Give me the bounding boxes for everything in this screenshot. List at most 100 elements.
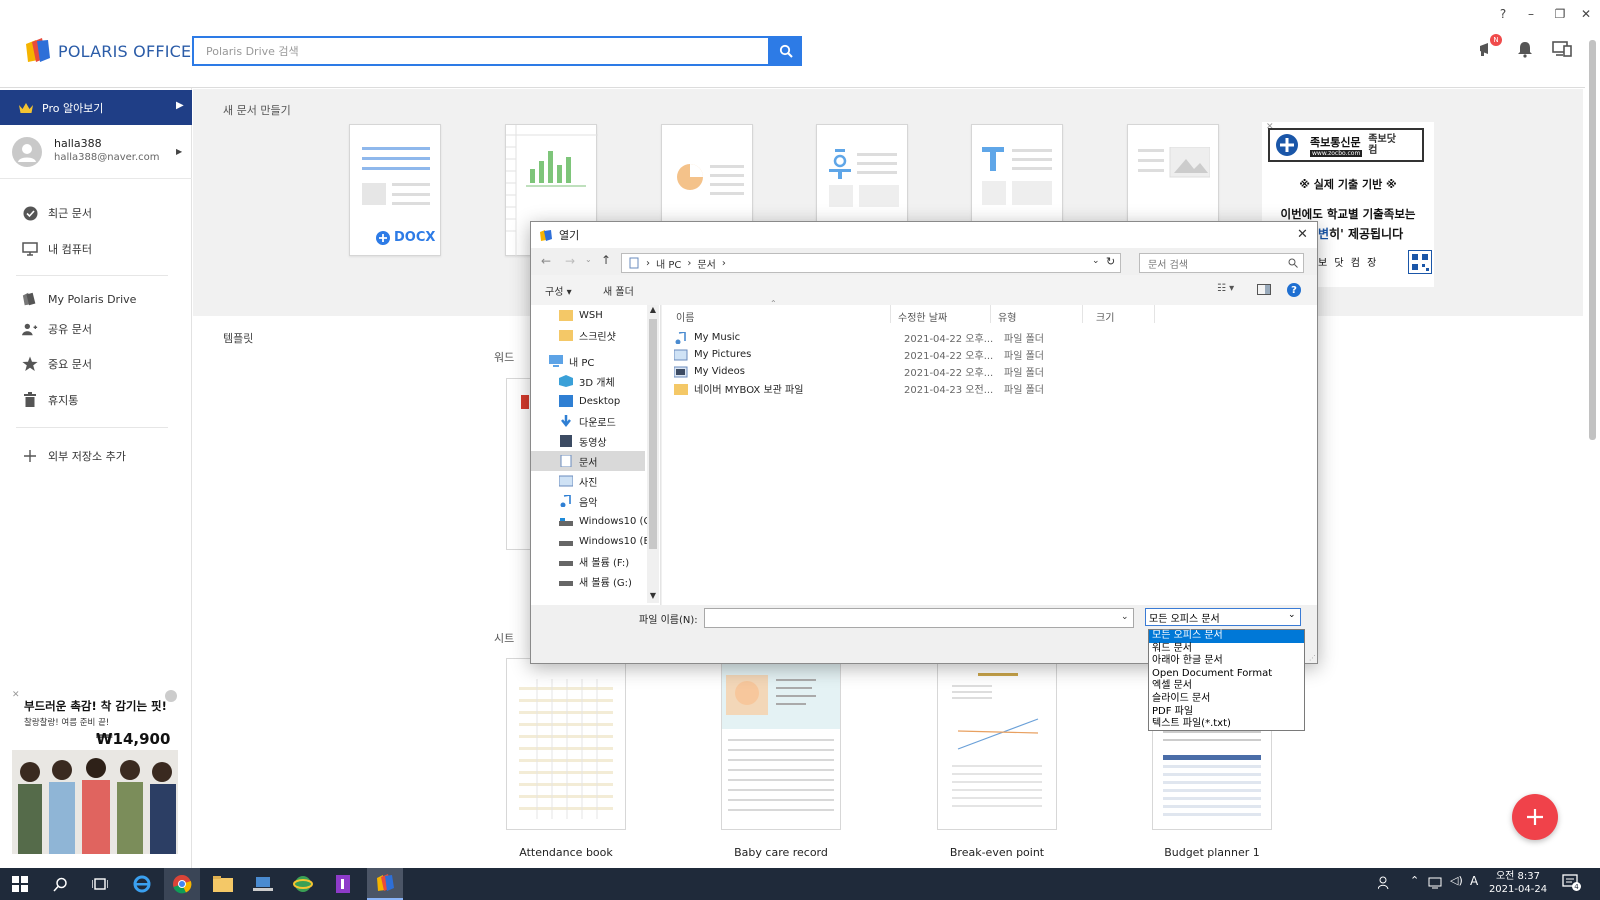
filename-input[interactable]: ⌄ [704, 608, 1134, 628]
file-row[interactable]: My Videos 2021-04-22 오후... 파일 폴더 [674, 363, 1294, 380]
user-icon [18, 144, 36, 162]
ad-banner-left[interactable]: ✕ 부드러운 촉감! 착 감기는 핏! 찰랑찰랑! 여름 준비 끝! ₩14,9… [8, 690, 180, 858]
taskbar-file-explorer[interactable] [205, 868, 241, 900]
template-card-baby-care[interactable] [721, 658, 841, 830]
network-icon[interactable] [1428, 876, 1444, 890]
filetype-option[interactable]: 아래아 한글 문서 [1149, 655, 1304, 668]
filetype-option[interactable]: PDF 파일 [1149, 706, 1304, 719]
filetype-option[interactable]: 엑셀 문서 [1149, 680, 1304, 693]
taskbar-chrome[interactable] [164, 868, 200, 900]
show-hidden-icons-icon[interactable]: ⌃ [1410, 874, 1419, 887]
page-scrollbar[interactable] [1585, 32, 1600, 868]
pc-icon [549, 355, 563, 367]
user-profile[interactable]: halla388 halla388@naver.com ▶ [0, 125, 192, 179]
resize-grip-icon[interactable]: ⋰ [1309, 654, 1316, 662]
file-row[interactable]: My Pictures 2021-04-22 오후... 파일 폴더 [674, 346, 1294, 363]
taskbar-app-stack[interactable] [245, 868, 281, 900]
filetype-option[interactable]: 텍스트 파일(*.txt) [1149, 718, 1304, 731]
nav-item-label: Windows10 (C:) [579, 515, 658, 527]
filename-dropdown-icon[interactable]: ⌄ [1121, 612, 1129, 622]
scrollbar-thumb[interactable] [1589, 40, 1596, 440]
scroll-up-icon[interactable]: ▲ [647, 305, 659, 314]
filetype-option-selected[interactable]: 모든 오피스 문서 [1149, 630, 1304, 643]
address-dropdown-icon[interactable]: ⌄ [1092, 256, 1100, 266]
drive-search-input[interactable]: Polaris Drive 검색 [192, 36, 770, 66]
polaris-logo[interactable]: POLARIS OFFICE [24, 36, 191, 66]
view-options-icon[interactable]: ☷ ▾ [1217, 283, 1234, 294]
filetype-option[interactable]: Open Document Format [1149, 668, 1304, 681]
address-bar[interactable]: › 내 PC › 문서 › ⌄ ↻ [621, 253, 1121, 273]
help-icon[interactable]: ? [1287, 283, 1301, 297]
task-view-button[interactable] [82, 868, 118, 900]
announcement-button[interactable]: N [1478, 34, 1502, 58]
pro-upgrade-button[interactable]: Pro 알아보기 ▶ [0, 90, 192, 125]
new-folder-button[interactable]: 새 폴더 [603, 283, 634, 298]
file-row[interactable]: My Music 2021-04-22 오후... 파일 폴더 [674, 329, 1294, 346]
minimize-button[interactable]: – [1521, 6, 1541, 22]
devices-icon [1552, 41, 1572, 57]
new-docx-card[interactable]: DOCX [349, 124, 441, 256]
taskbar-polaris[interactable] [367, 868, 403, 900]
forward-arrow-icon[interactable]: → [565, 254, 575, 268]
template-card-break-even[interactable] [937, 658, 1057, 830]
drive-icon [559, 561, 573, 566]
dialog-close-button[interactable]: ✕ [1297, 227, 1308, 242]
start-button[interactable] [2, 868, 38, 900]
ime-indicator[interactable]: A [1470, 874, 1478, 888]
filetype-option[interactable]: 워드 문서 [1149, 643, 1304, 656]
action-center-button[interactable]: 4 [1562, 874, 1581, 891]
people-icon[interactable] [1378, 876, 1392, 890]
nav-item[interactable]: 내 PC [549, 351, 661, 371]
add-external-storage-button[interactable]: 외부 저장소 추가 [22, 445, 126, 467]
dialog-search-input[interactable]: 문서 검색 [1139, 253, 1304, 273]
nav-item-label: Desktop [579, 395, 621, 407]
devices-button[interactable] [1552, 40, 1572, 58]
close-ad-icon[interactable]: ✕ [12, 690, 22, 700]
column-header-size[interactable]: 크기 [1096, 309, 1114, 324]
sidebar-item-shared[interactable]: 공유 문서 [22, 318, 92, 340]
navigation-pane[interactable]: WSH 스크린샷 내 PC 3D 개체 Desktop 다운로드 동영상 문서 … [531, 305, 661, 605]
sidebar-item-polaris-drive[interactable]: My Polaris Drive [22, 288, 136, 310]
scroll-down-icon[interactable]: ▼ [647, 591, 659, 600]
recent-dropdown-icon[interactable]: ⌄ [585, 255, 592, 264]
volume-icon[interactable]: ◁) [1450, 874, 1463, 887]
back-arrow-icon[interactable]: ← [541, 254, 551, 268]
file-type: 파일 폴더 [1004, 385, 1044, 396]
help-button[interactable]: ? [1493, 6, 1513, 22]
ad-brand-box: 족보통신문 www.zocbo.com 족보닷컴 [1268, 128, 1424, 162]
taskbar-app-purple[interactable] [325, 868, 361, 900]
document-icon [629, 257, 639, 269]
close-window-button[interactable]: ✕ [1576, 6, 1596, 22]
docx-label: DOCX [394, 230, 436, 245]
refresh-icon[interactable]: ↻ [1106, 255, 1115, 268]
column-header-type[interactable]: 유형 [998, 309, 1016, 324]
preview-pane-icon[interactable] [1257, 284, 1271, 295]
sidebar-item-starred[interactable]: 중요 문서 [22, 353, 92, 375]
breadcrumb-separator: › [646, 257, 650, 269]
taskbar-app-globe[interactable] [285, 868, 321, 900]
file-list[interactable]: ⌃ 이름 수정한 날짜 유형 크기 My Music 2021-04-22 오후… [662, 299, 1317, 605]
organize-button[interactable]: 구성 ▾ [545, 283, 572, 298]
nav-scrollbar[interactable]: ▲ ▼ [647, 305, 659, 603]
search-button[interactable] [770, 36, 802, 66]
column-header-date[interactable]: 수정한 날짜 [898, 309, 947, 324]
breadcrumb-item[interactable]: 문서 [697, 256, 715, 271]
drive-icon [559, 518, 573, 526]
sidebar-item-recent[interactable]: 최근 문서 [22, 202, 92, 224]
nav-scrollbar-thumb[interactable] [649, 319, 657, 549]
filetype-select[interactable]: 모든 오피스 문서 ⌄ [1145, 608, 1301, 626]
add-fab-button[interactable] [1512, 794, 1558, 840]
sidebar-item-my-computer[interactable]: 내 컴퓨터 [22, 238, 92, 260]
notifications-button[interactable] [1516, 40, 1534, 58]
system-clock[interactable]: 오전 8:37 2021-04-24 [1486, 870, 1550, 896]
filetype-option[interactable]: 슬라이드 문서 [1149, 693, 1304, 706]
sidebar-item-trash[interactable]: 휴지통 [22, 389, 78, 411]
file-row[interactable]: 네이버 MYBOX 보관 파일 2021-04-23 오전... 파일 폴더 [674, 380, 1294, 397]
breadcrumb-item[interactable]: 내 PC [656, 256, 681, 271]
taskbar-search-button[interactable] [42, 868, 78, 900]
template-card-attendance[interactable] [506, 658, 626, 830]
column-header-name[interactable]: 이름 [676, 309, 694, 324]
up-arrow-icon[interactable]: ↑ [601, 253, 611, 267]
taskbar-ie[interactable] [124, 868, 160, 900]
restore-button[interactable]: ❐ [1550, 6, 1570, 22]
